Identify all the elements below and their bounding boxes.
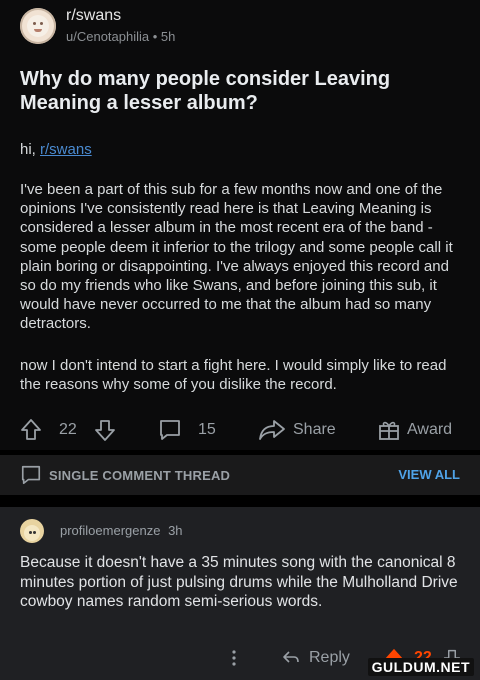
comment-bubble-icon — [21, 465, 41, 485]
post-age: 5h — [160, 29, 176, 44]
post-header: r/swans u/Cenotaphilia • 5h — [20, 6, 175, 46]
share-arrow-icon — [259, 420, 285, 440]
comment-card: profiloemergenze 3h Because it doesn't h… — [0, 507, 480, 680]
comment-text: Because it doesn't have a 35 minutes son… — [20, 554, 458, 610]
upvote-button[interactable] — [20, 415, 42, 445]
comment-meta: profiloemergenze 3h — [60, 523, 183, 538]
gift-award-icon — [379, 421, 399, 440]
post-author[interactable]: u/Cenotaphilia — [66, 29, 149, 44]
subreddit-avatar[interactable] — [20, 8, 56, 44]
post-action-bar: 22 15 Share Award — [0, 415, 480, 445]
comment-count: 15 — [198, 421, 216, 438]
comments-button[interactable]: 15 — [158, 415, 216, 445]
downvote-arrow-icon — [95, 420, 115, 441]
post-meta: u/Cenotaphilia • 5h — [66, 29, 176, 44]
reply-button[interactable]: Reply — [281, 643, 350, 673]
watermark-label: GULDUM.NET — [367, 658, 474, 676]
downvote-button[interactable] — [94, 415, 116, 445]
subreddit-link[interactable]: r/swans — [40, 141, 92, 158]
more-options-button[interactable] — [230, 643, 238, 673]
award-label: Award — [407, 421, 453, 438]
comment-username[interactable]: profiloemergenze — [60, 523, 160, 538]
thread-label: SINGLE COMMENT THREAD — [20, 464, 230, 486]
post-greeting: hi, r/swans — [20, 141, 92, 158]
view-all-button[interactable]: VIEW ALL — [398, 467, 460, 482]
share-button[interactable]: Share — [258, 415, 336, 445]
reply-arrow-icon — [283, 651, 299, 663]
commenter-avatar[interactable] — [20, 519, 44, 543]
vertical-dots-icon — [232, 650, 236, 666]
comment-bubble-icon — [160, 420, 180, 440]
post-body-paragraph-2: now I don't intend to start a fight here… — [20, 357, 447, 394]
upvote-arrow-icon — [21, 419, 41, 440]
comment-age: 3h — [168, 523, 183, 538]
award-button[interactable]: Award — [377, 415, 452, 445]
post-card: r/swans u/Cenotaphilia • 5h Why do many … — [0, 0, 480, 450]
subreddit-name[interactable]: r/swans — [66, 6, 175, 26]
reply-label: Reply — [309, 649, 350, 666]
post-title: Why do many people consider Leaving Mean… — [20, 68, 391, 114]
share-label: Share — [293, 421, 336, 438]
post-body-paragraph-1: I've been a part of this sub for a few m… — [20, 181, 453, 333]
upvote-count: 22 — [59, 421, 77, 438]
single-comment-thread-bar: SINGLE COMMENT THREAD VIEW ALL — [0, 455, 480, 495]
